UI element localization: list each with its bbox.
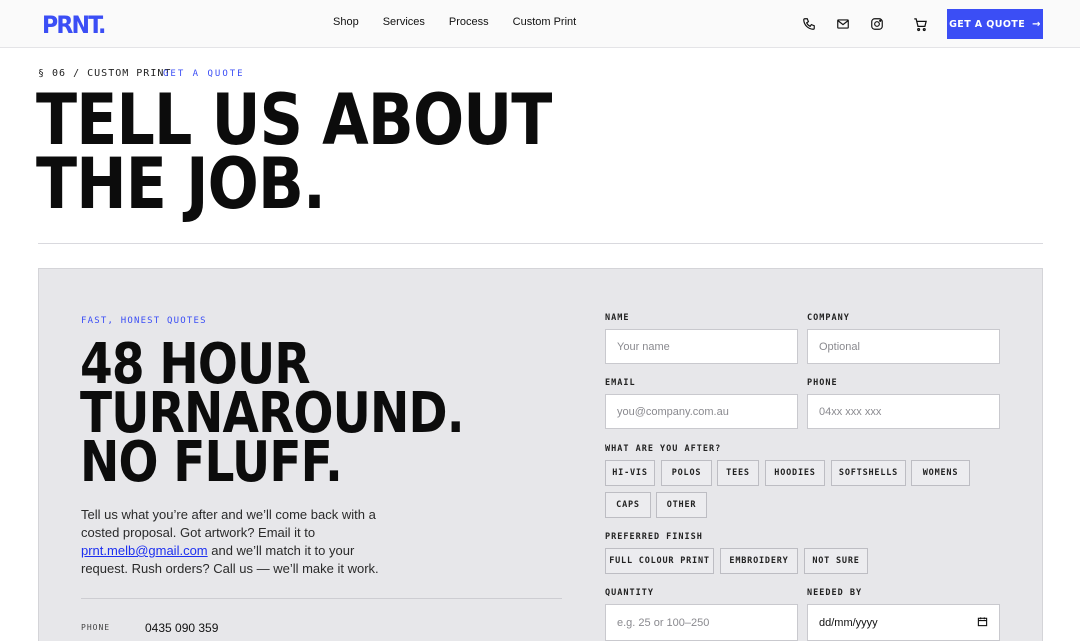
chip-softshells[interactable]: SOFTSHELLS [831,460,906,486]
mail-icon[interactable] [835,16,851,32]
chip-embroidery[interactable]: EMBROIDERY [720,548,798,574]
panel-kicker: FAST, HONEST QUOTES [81,316,207,326]
page-title: TELL US ABOUT THE JOB. [36,85,552,225]
page-title-line-2: THE JOB. [36,143,326,225]
intro-text-start: Tell us what you’re after and we’ll come… [81,507,376,540]
panel-headline: 48 HOUR TURNAROUND. NO FLUFF. [80,337,465,491]
main-nav: Shop Services Process Custom Print [333,16,600,28]
nav-services[interactable]: Services [383,16,425,28]
company-input[interactable] [807,329,1000,364]
get-a-quote-button[interactable]: GET A QUOTE → [947,9,1043,39]
site-header: PRNT. Shop Services Process Custom Print… [0,0,1080,48]
company-label: COMPANY [807,313,850,323]
needed-by-date-input[interactable]: dd/mm/yyyy [807,604,1000,641]
chip-hoodies[interactable]: HOODIES [765,460,825,486]
email-link[interactable]: prnt.melb@gmail.com [81,543,208,558]
chip-caps[interactable]: CAPS [605,492,651,518]
header-icons [801,16,928,32]
panel-intro: Tell us what you’re after and we’ll come… [81,506,391,578]
needed-by-label: NEEDED BY [807,588,863,598]
chip-womens[interactable]: WOMENS [911,460,970,486]
contact-phone-label: PHONE [81,623,111,632]
name-label: NAME [605,313,630,323]
quantity-input[interactable] [605,604,798,641]
phone-input[interactable] [807,394,1000,429]
eyebrow-quote-link[interactable]: GET A QUOTE [163,69,245,79]
cta-label: GET A QUOTE [949,18,1026,30]
chip-hi-vis[interactable]: HI-VIS [605,460,655,486]
chip-tees[interactable]: TEES [717,460,759,486]
email-input[interactable] [605,394,798,429]
cart-icon[interactable] [912,16,928,32]
calendar-icon[interactable] [977,616,988,630]
quantity-label: QUANTITY [605,588,654,598]
finish-label: PREFERRED FINISH [605,532,703,542]
chip-not-sure[interactable]: NOT SURE [804,548,868,574]
nav-shop[interactable]: Shop [333,16,359,28]
name-input[interactable] [605,329,798,364]
logo[interactable]: PRNT. [42,11,106,39]
products-label: WHAT ARE YOU AFTER? [605,444,722,454]
date-value: dd/mm/yyyy [819,616,878,629]
nav-process[interactable]: Process [449,16,489,28]
phone-label: PHONE [807,378,838,388]
nav-custom-print[interactable]: Custom Print [513,16,577,28]
arrow-right-icon: → [1032,18,1041,30]
chip-other[interactable]: OTHER [656,492,707,518]
chip-full-colour-print[interactable]: FULL COLOUR PRINT [605,548,714,574]
section-eyebrow: § 06 / CUSTOM PRINT [38,68,172,79]
chip-polos[interactable]: POLOS [661,460,712,486]
instagram-icon[interactable] [869,16,885,32]
divider [81,598,562,599]
phone-icon[interactable] [801,16,817,32]
divider [38,243,1043,244]
contact-phone-value[interactable]: 0435 090 359 [145,621,218,635]
email-label: EMAIL [605,378,636,388]
